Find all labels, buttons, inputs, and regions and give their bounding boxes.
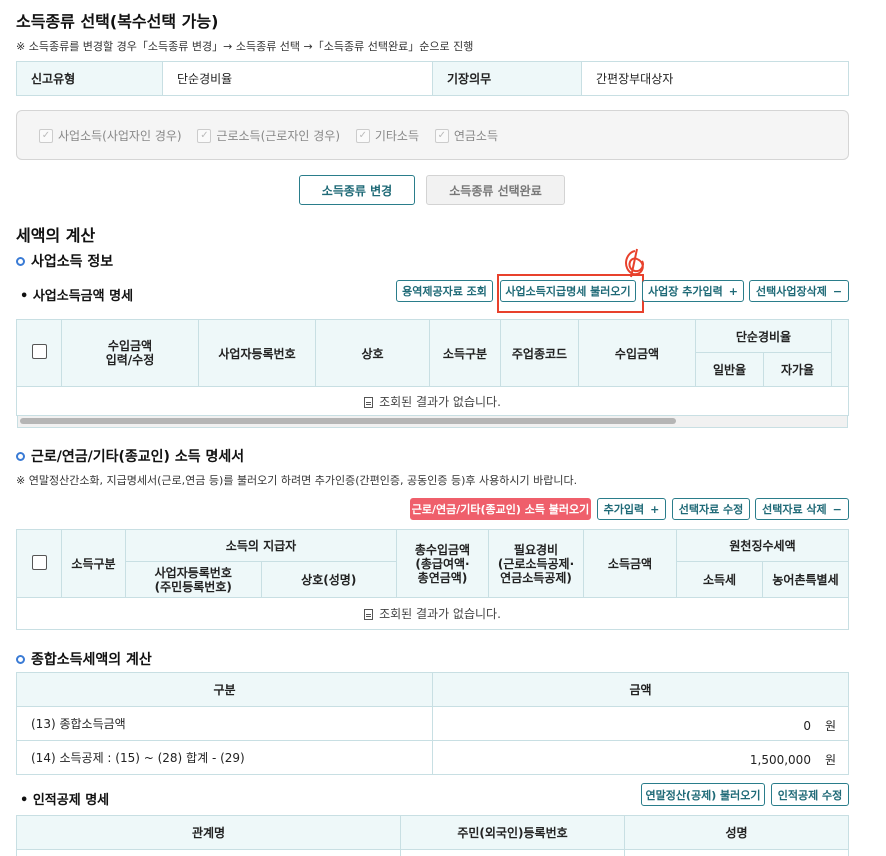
select-all-cell [16, 319, 62, 387]
income-type-business[interactable]: ✓ 사업소득(사업자인 경우) [39, 127, 182, 144]
col-income-edit: 수입금액 입력/수정 [61, 319, 199, 387]
bookkeeping-label: 기장의무 [432, 61, 582, 96]
minus-icon: − [832, 284, 843, 298]
report-info-table: 신고유형 단순경비율 기장의무 간편장부대상자 [16, 61, 849, 96]
document-icon [364, 609, 374, 620]
service-data-lookup-button[interactable]: 용역제공자료 조회 [396, 280, 493, 302]
biz-empty-row: 조회된 결과가 없습니다. [16, 386, 849, 416]
global-col-type: 구분 [16, 672, 433, 707]
labor-col-income-tax: 소득세 [676, 561, 763, 598]
check-icon: ✓ [39, 128, 53, 143]
circle-bullet-icon [16, 654, 25, 664]
labor-col-payer: 소득의 지급자 [125, 529, 397, 562]
load-year-end-button[interactable]: 연말정산(공제) 불러오기 [641, 783, 765, 806]
global-section-title: 종합소득세액의 계산 [16, 649, 152, 669]
labor-select-all-cell [16, 529, 62, 598]
labor-col-income: 소득금액 [583, 529, 677, 598]
personal-col-id: 주민(외국인)등록번호 [400, 815, 625, 850]
document-icon [364, 396, 374, 408]
change-income-type-button[interactable]: 소득종류 변경 [299, 175, 415, 205]
global-row-label: (13) 종합소득금액 [16, 706, 433, 741]
page-note: ※ 소득종류를 변경할 경우「소득종류 변경」→ 소득종류 선택 →「소득종류 … [16, 40, 474, 53]
col-name: 상호 [315, 319, 430, 387]
scrollbar-thumb[interactable] [20, 418, 676, 424]
add-business-button[interactable]: 사업장 추가입력 + [642, 280, 744, 302]
col-general-rate: 일반율 [695, 352, 764, 387]
col-industry-code: 주업종코드 [500, 319, 579, 387]
load-labor-income-button[interactable]: 근로/연금/기타(종교인) 소득 불러오기 [410, 498, 591, 520]
income-type-labor[interactable]: ✓ 근로소득(근로자인 경우) [197, 127, 340, 144]
edit-personal-deduction-button[interactable]: 인적공제 수정 [771, 783, 849, 806]
horizontal-scrollbar[interactable] [17, 416, 848, 428]
col-simple-rate: 단순경비율 [695, 319, 832, 353]
personal-col-name: 성명 [624, 815, 849, 850]
labor-col-reg-no: 사업자등록번호 (주민등록번호) [125, 561, 262, 598]
labor-delete-button[interactable]: 선택자료 삭제 − [755, 498, 849, 520]
check-icon: ✓ [434, 128, 449, 143]
labor-income-table: 소득구분 소득의 지급자 총수입금액 (총급여액· 총연금액) 필요경비 (근로… [16, 529, 849, 630]
col-reg-no: 사업자등록번호 [198, 319, 316, 387]
labor-col-rural-tax: 농어촌특별세 [762, 561, 849, 598]
annotation-mark-icon [625, 248, 645, 278]
page-title: 소득종류 선택(복수선택 가능) [16, 12, 219, 31]
personal-deduction-table: 관계명 주민(외국인)등록번호 성명 [16, 815, 849, 856]
delete-business-button[interactable]: 선택사업장삭제 − [749, 280, 849, 302]
report-type-value: 단순경비율 [162, 61, 433, 96]
check-icon: ✓ [197, 128, 212, 143]
global-row-label: (14) 소득공제 : (15) ~ (28) 합계 - (29) [16, 740, 433, 775]
col-income-amount: 수입금액 [578, 319, 696, 387]
labor-section-title: 근로/연금/기타(종교인) 소득 명세서 [16, 446, 244, 466]
biz-section-title: 사업소득 정보 [16, 251, 113, 271]
labor-note: ※ 연말정산간소화, 지급명세서(근로,연금 등)를 불러오기 하려면 추가인증… [16, 474, 578, 487]
labor-add-button[interactable]: 추가입력 + [597, 498, 666, 520]
select-all-checkbox[interactable] [31, 344, 47, 359]
col-self-rate: 자가율 [763, 352, 832, 387]
biz-income-table: 수입금액 입력/수정 사업자등록번호 상호 소득구분 주업종코드 수입금액 단순… [16, 319, 849, 416]
personal-col-relation: 관계명 [16, 815, 401, 850]
check-icon: ✓ [355, 128, 370, 143]
global-row-value: 0원 [432, 706, 849, 741]
global-tax-table: 구분 금액 (13) 종합소득금액 0원 (14) 소득공제 : (15) ~ … [16, 672, 849, 775]
col-income-type: 소득구분 [429, 319, 501, 387]
plus-icon: + [650, 502, 660, 516]
labor-empty-row: 조회된 결과가 없습니다. [16, 597, 849, 630]
labor-edit-button[interactable]: 선택자료 수정 [672, 498, 750, 520]
minus-icon: − [832, 502, 842, 516]
tax-calc-title: 세액의 계산 [16, 226, 96, 245]
labor-col-expense: 필요경비 (근로소득공제· 연금소득공제) [488, 529, 584, 598]
report-type-label: 신고유형 [16, 61, 163, 96]
labor-col-withholding: 원천징수세액 [676, 529, 849, 562]
circle-bullet-icon [16, 451, 25, 461]
income-type-selector: ✓ 사업소득(사업자인 경우) ✓ 근로소득(근로자인 경우) ✓ 기타소득 ✓ 연금소… [16, 110, 849, 160]
plus-icon: + [728, 284, 738, 298]
bookkeeping-value: 간편장부대상자 [581, 61, 849, 96]
labor-col-total: 총수입금액 (총급여액· 총연금액) [396, 529, 489, 598]
complete-income-type-button[interactable]: 소득종류 선택완료 [426, 175, 565, 205]
income-type-other[interactable]: ✓ 기타소득 [355, 127, 419, 144]
biz-sub-title: • 사업소득금액 명세 [20, 289, 134, 304]
labor-col-income-type: 소득구분 [61, 529, 126, 598]
income-type-pension[interactable]: ✓ 연금소득 [434, 127, 498, 144]
personal-sub-title: • 인적공제 명세 [20, 793, 110, 808]
labor-col-name: 상호(성명) [260, 561, 397, 598]
global-row-value: 1,500,000 원 [432, 740, 849, 775]
highlight-box [497, 274, 644, 313]
labor-select-all-checkbox[interactable] [31, 554, 47, 570]
col-extra [831, 319, 849, 387]
global-col-amount: 금액 [432, 672, 849, 707]
circle-bullet-icon [16, 256, 25, 266]
